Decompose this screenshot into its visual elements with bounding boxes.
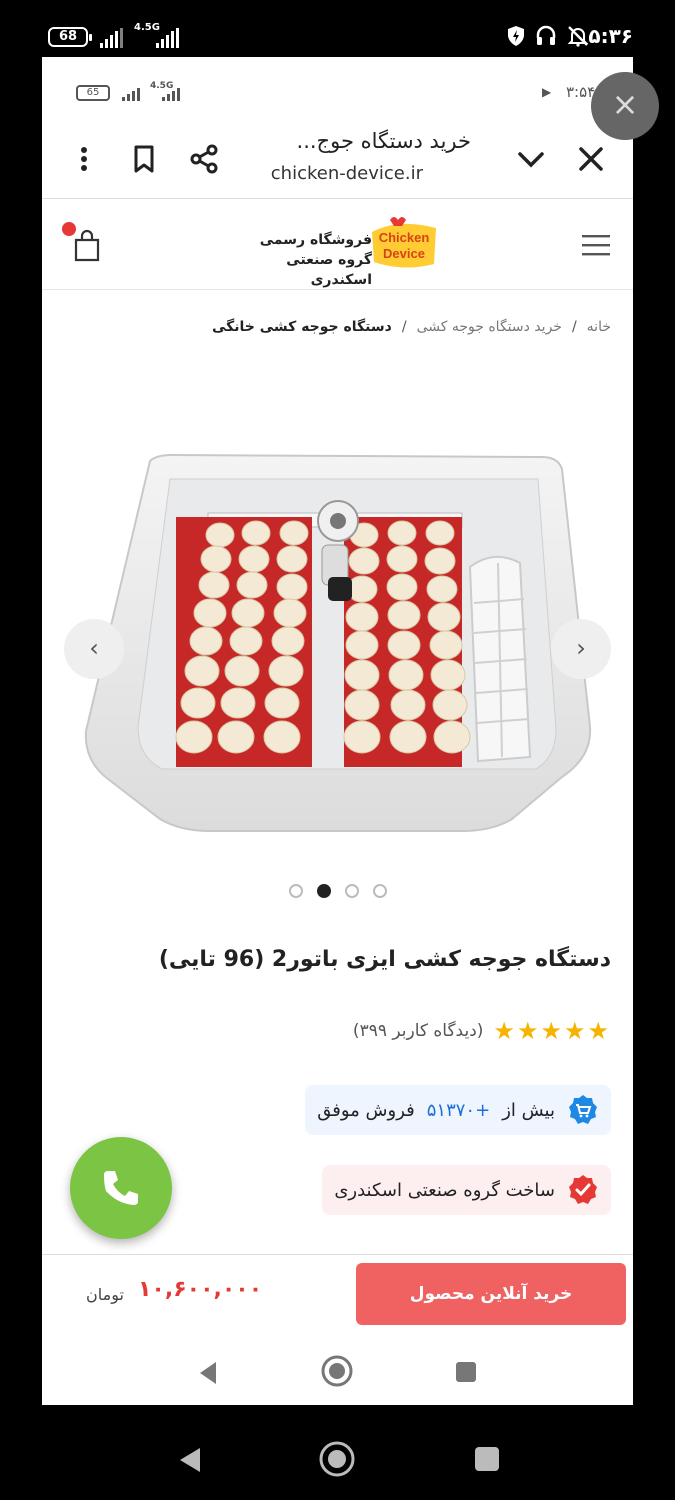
back-icon[interactable] bbox=[176, 1446, 204, 1474]
headset-icon bbox=[536, 25, 556, 45]
cart-icon[interactable] bbox=[72, 228, 102, 262]
system-nav-bar bbox=[0, 1406, 675, 1500]
inner-screenshot: 65 4.5G ▶ ۳:۵۴ خرید دستگاه جوج... chicke… bbox=[42, 57, 633, 1405]
maker-text: ساخت گروه صنعتی اسکندری bbox=[334, 1179, 555, 1201]
breadcrumb-current: دستگاه جوجه کشی خانگی bbox=[211, 319, 392, 335]
back-icon[interactable] bbox=[196, 1360, 222, 1386]
bookmark-icon[interactable] bbox=[126, 141, 162, 177]
gallery-next-button[interactable]: › bbox=[551, 619, 611, 679]
recents-icon[interactable] bbox=[454, 1360, 478, 1384]
close-icon[interactable] bbox=[573, 141, 609, 177]
phone-icon bbox=[104, 1171, 138, 1205]
shield-icon bbox=[508, 26, 524, 46]
product-gallery[interactable]: ‹ › bbox=[42, 427, 633, 867]
logo-line-2: گروه صنعتی اسکندری bbox=[286, 252, 372, 288]
gallery-pagination bbox=[42, 883, 633, 902]
cart-verified-icon bbox=[569, 1095, 597, 1124]
logo-en-text: Chicken Device bbox=[368, 230, 440, 262]
product-rating: ★ ★ ★ ★ ★ (دیدگاه کاربر ۳۹۹) bbox=[353, 1019, 609, 1043]
home-icon[interactable] bbox=[320, 1354, 354, 1388]
clock: ۵:۳۶ bbox=[588, 24, 633, 48]
inner-signal-icon bbox=[122, 87, 140, 101]
review-count[interactable]: (دیدگاه کاربر ۳۹۹) bbox=[353, 1021, 484, 1041]
star-icon: ★ bbox=[493, 1017, 515, 1045]
gallery-dot-active[interactable] bbox=[316, 884, 331, 898]
share-icon[interactable] bbox=[186, 141, 222, 177]
breadcrumb-category[interactable]: خرید دستگاه جوجه کشی bbox=[417, 319, 562, 335]
star-icon: ★ bbox=[516, 1017, 539, 1045]
page-title: خرید دستگاه جوج... bbox=[296, 129, 471, 153]
inner-status-bar: 65 4.5G ▶ ۳:۵۴ bbox=[42, 57, 633, 123]
cart-badge bbox=[62, 222, 76, 236]
logo-en-line-1: Chicken bbox=[378, 230, 430, 245]
inner-battery-indicator: 65 bbox=[76, 85, 110, 101]
breadcrumb: خانه / خرید دستگاه جوجه کشی / دستگاه جوجه کش… bbox=[212, 319, 611, 335]
star-icon: ★ bbox=[587, 1017, 609, 1045]
product-image bbox=[84, 453, 592, 832]
more-vert-icon[interactable] bbox=[66, 141, 102, 177]
sales-badge: بیش از +۵۱۳۷۰ فروش موفق bbox=[305, 1085, 611, 1135]
page-url[interactable]: chicken-device.ir bbox=[271, 163, 423, 184]
gallery-dot[interactable] bbox=[288, 884, 303, 898]
currency-label: تومان bbox=[86, 1285, 124, 1304]
notification-off-icon bbox=[567, 26, 589, 47]
home-icon[interactable] bbox=[318, 1440, 356, 1478]
product-title: دستگاه جوجه کشی ایزی باتور2 (96 تایی) bbox=[158, 947, 611, 972]
maker-badge: ساخت گروه صنعتی اسکندری bbox=[322, 1165, 611, 1215]
inner-signal-icon-2 bbox=[162, 87, 180, 101]
water-tray bbox=[468, 556, 532, 763]
star-icon: ★ bbox=[563, 1017, 586, 1045]
battery-indicator: 68 bbox=[48, 27, 92, 47]
sales-prefix: بیش از bbox=[502, 1099, 555, 1121]
breadcrumb-home[interactable]: خانه bbox=[587, 319, 611, 335]
breadcrumb-separator: / bbox=[571, 319, 577, 335]
logo-en-line-2: Device bbox=[383, 246, 425, 261]
chevron-down-icon[interactable] bbox=[513, 141, 549, 177]
star-icon: ★ bbox=[540, 1017, 562, 1045]
sales-count: +۵۱۳۷۰ bbox=[426, 1099, 491, 1121]
star-rating: ★ ★ ★ ★ ★ bbox=[493, 1019, 609, 1043]
logo-text: فروشگاه رسمی گروه صنعتی اسکندری bbox=[236, 230, 372, 290]
hamburger-menu-icon[interactable] bbox=[582, 234, 610, 256]
gallery-prev-button[interactable]: ‹ bbox=[64, 619, 124, 679]
breadcrumb-separator: / bbox=[401, 319, 407, 335]
close-overlay-button[interactable]: × bbox=[591, 72, 659, 140]
sales-suffix: فروش موفق bbox=[317, 1099, 415, 1121]
inner-nav-bar bbox=[42, 1340, 633, 1405]
signal-icon bbox=[100, 28, 123, 48]
product-price: ۱۰,۶۰۰,۰۰۰ bbox=[138, 1277, 263, 1302]
call-button[interactable] bbox=[70, 1137, 172, 1239]
gallery-dot[interactable] bbox=[344, 884, 359, 898]
outer-status-bar: 68 4.5G ۵:۳۶ bbox=[0, 0, 675, 56]
play-store-icon: ▶ bbox=[542, 85, 552, 99]
buy-bar: تومان ۱۰,۶۰۰,۰۰۰ خرید آنلاین محصول bbox=[42, 1254, 633, 1340]
gallery-dot[interactable] bbox=[372, 884, 387, 898]
site-header: فروشگاه رسمی گروه صنعتی اسکندری Chicken … bbox=[42, 200, 633, 290]
verified-check-icon bbox=[569, 1175, 597, 1204]
recents-icon[interactable] bbox=[474, 1446, 500, 1472]
browser-header: خرید دستگاه جوج... chicken-device.ir bbox=[42, 123, 633, 199]
buy-online-button[interactable]: خرید آنلاین محصول bbox=[356, 1263, 626, 1325]
logo-line-1: فروشگاه رسمی bbox=[259, 232, 372, 248]
signal-icon-2 bbox=[156, 28, 179, 48]
